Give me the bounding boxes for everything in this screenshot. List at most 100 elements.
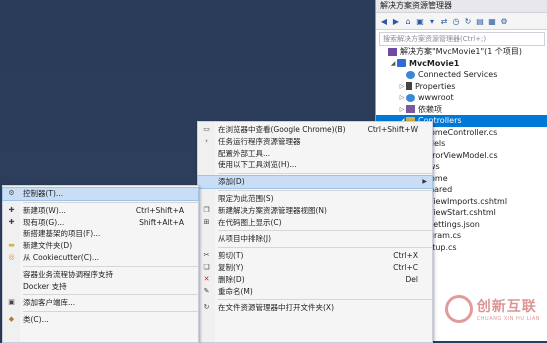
context-menu-item[interactable]: 配置外部工具... [198,148,432,160]
controller-icon: ⚙ [8,189,15,197]
watermark-logo [444,295,473,323]
context-menu-item[interactable]: ↻ 在文件资源管理器中打开文件夹(X) [198,302,432,314]
tree-node-label: wwwroot [418,93,454,102]
menu-separator [23,294,198,296]
context-menu-item[interactable]: 限定为此范围(S) [198,193,432,205]
project-icon [397,59,406,68]
menu-separator [218,299,432,301]
add-submenu-item[interactable]: Docker 支持 [3,281,198,293]
scissors-icon: ✂ [203,251,210,260]
settings-icon[interactable]: ⚙ [499,16,509,26]
menu-item-label: 从项目中排除(J) [218,234,272,244]
context-menu-item[interactable]: ▭ 在浏览器中查看(Google Chrome)(B) Ctrl+Shift+W [198,124,432,136]
context-menu-item[interactable]: ✎ 重命名(M) [198,286,432,298]
add-submenu-item[interactable]: ◆ 类(C)... [3,314,198,326]
add-submenu-item[interactable]: ◎ 从 Cookiecutter(C)... [3,252,198,264]
connected-services-icon [406,70,415,79]
context-menu-item[interactable]: ✕ 删除(D) Del [198,274,432,286]
context-menu-item[interactable]: 添加(D) ▶ [197,175,433,189]
context-menu: ▭ 在浏览器中查看(Google Chrome)(B) Ctrl+Shift+W › 任… [197,121,433,343]
menu-item-label: 限定为此范围(S) [218,193,274,203]
context-menu-item[interactable]: ❏ 复制(Y) Ctrl+C [198,262,432,274]
tree-node-label: MvcMovie1 [409,58,460,68]
tree-node-label: Properties [415,81,456,91]
menu-item-label: 重命名(M) [218,286,253,296]
tree-node-label: _ViewImports.cshtml [424,196,508,206]
submenu-arrow-icon: ▶ [422,178,427,186]
menu-item-shortcut: Ctrl+Shift+A [135,205,184,215]
tree-node-label: _ViewStart.cshtml [424,208,496,217]
solution-explorer-search-input[interactable]: 搜索解决方案资源管理器(Ctrl+;) [379,32,545,46]
refresh-icon[interactable]: ↻ [463,16,473,26]
context-menu-item[interactable]: ⊞ 在代码图上显示(C) [198,217,432,229]
tree-node-label: ErrorViewModel.cs [424,150,498,160]
tree-node-label: 解决方案"MvcMovie1"(1 个项目) [400,47,523,56]
tree-node[interactable]: ▷ Properties [376,81,547,93]
add-submenu-item[interactable]: ✚ 现有项(G)... Shift+Alt+A [3,217,198,229]
menu-item-label: 新建解决方案资源管理器视图(N) [218,205,327,215]
add-submenu-item[interactable]: ⚙ 控制器(T)... [2,187,199,201]
tree-node[interactable]: Connected Services [376,69,547,81]
add-submenu-item[interactable]: 新搭建基架的项目(F)... [3,228,198,240]
tree-node[interactable]: 解决方案"MvcMovie1"(1 个项目) [376,46,547,58]
context-menu-item[interactable]: 使用以下工具浏览(H)... [198,159,432,171]
back-icon[interactable]: ◀ [379,16,389,26]
menu-item-label: 使用以下工具浏览(H)... [218,160,297,170]
context-menu-item[interactable]: ❐ 新建解决方案资源管理器视图(N) [198,205,432,217]
menu-item-shortcut: Del [405,274,418,284]
menu-separator [218,247,432,249]
dropdown-icon[interactable]: ▾ [427,16,437,26]
new-folder-icon: ▬ [8,241,15,250]
history-icon[interactable]: ◷ [451,16,461,26]
solution-explorer-title: 解决方案资源管理器 [376,0,547,13]
watermark-title: 创新互联 [476,299,537,315]
menu-item-label: 删除(D) [218,274,245,284]
view-icon[interactable]: ▦ [487,16,497,26]
tree-node[interactable]: ▷ wwwroot [376,92,547,104]
class-icon: ◆ [8,315,15,324]
menu-item-label: 现有项(G)... [23,217,65,227]
menu-item-label: 剪切(T) [218,251,244,261]
add-submenu: ⚙ 控制器(T)... ✚ 新建项(W)... Ctrl+Shift+A ✚ 现有项(G).… [2,185,199,343]
add-submenu-item[interactable]: 容器业务流程协调程序支持 [3,269,198,281]
rename-icon: ✎ [203,286,210,295]
cookiecutter-icon: ◎ [8,252,15,261]
add-submenu-item[interactable]: ▬ 新建文件夹(D) [3,240,198,252]
menu-separator [23,265,198,267]
menu-item-label: 在代码图上显示(C) [218,217,282,227]
watermark-subtitle: CHUANG XIN HU LIAN [476,316,540,322]
expand-arrow-icon[interactable]: ▷ [398,92,406,104]
home-icon[interactable]: ⌂ [403,16,413,26]
sync-icon[interactable]: ⇄ [439,16,449,26]
menu-item-label: 任务运行程序资源管理器 [218,136,301,146]
menu-item-label: 添加客户端库... [23,298,76,308]
forward-icon[interactable]: ▶ [391,16,401,26]
tree-node-label: 依赖项 [418,104,442,114]
menu-item-label: 复制(Y) [218,262,244,272]
context-menu-item[interactable]: 从项目中排除(J) [198,233,432,245]
tree-node[interactable]: ◢ MvcMovie1 [376,58,547,70]
add-submenu-item[interactable]: ✚ 新建项(W)... Ctrl+Shift+A [3,205,198,217]
expand-arrow-icon[interactable]: ◢ [389,58,397,70]
copy-icon: ❏ [203,262,210,271]
menu-item-label: 新建项(W)... [23,205,66,215]
solution-icon [388,47,397,56]
menu-separator [23,311,198,313]
tree-node-label: HomeController.cs [424,127,498,137]
context-menu-item[interactable]: ✂ 剪切(T) Ctrl+X [198,250,432,262]
context-menu-item[interactable]: › 任务运行程序资源管理器 [198,136,432,148]
menu-separator [218,173,432,175]
menu-item-label: 在浏览器中查看(Google Chrome)(B) [218,125,346,134]
globe-icon [406,93,415,102]
menu-item-label: 新搭建基架的项目(F)... [23,229,101,239]
tree-node[interactable]: ▷ 依赖项 [376,104,547,116]
browser-icon: ▭ [203,125,210,133]
menu-separator [218,230,432,232]
menu-item-label: 配置外部工具... [218,148,271,158]
collapse-icon[interactable]: ▤ [475,16,485,26]
solution-icon[interactable]: ▣ [415,16,425,26]
add-submenu-item[interactable]: ▣ 添加客户端库... [3,297,198,309]
expand-arrow-icon[interactable]: ▷ [398,81,406,93]
expand-arrow-icon[interactable]: ▷ [398,104,406,116]
menu-item-label: 从 Cookiecutter(C)... [23,252,100,262]
